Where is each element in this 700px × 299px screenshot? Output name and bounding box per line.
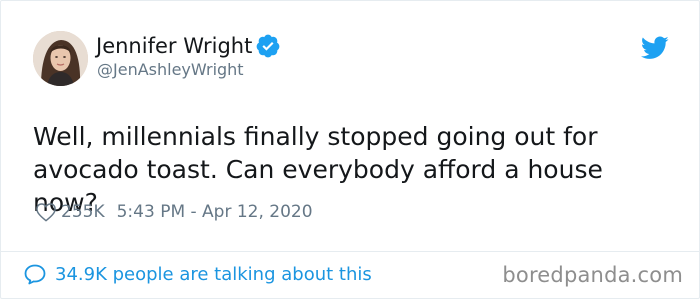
tweet-meta: 255K 5:43 PM - Apr 12, 2020 <box>35 202 313 222</box>
conversation-text[interactable]: 34.9K people are talking about this <box>55 264 372 285</box>
tweet-card: Jennifer Wright @JenAshleyWright Well, m… <box>0 0 700 299</box>
avatar-image <box>33 31 88 86</box>
author-name-row[interactable]: Jennifer Wright <box>96 33 281 59</box>
verified-badge-icon <box>256 34 280 58</box>
tweet-timestamp[interactable]: 5:43 PM - Apr 12, 2020 <box>117 202 313 222</box>
conversation-link[interactable]: 34.9K people are talking about this <box>23 263 372 285</box>
author-display-name[interactable]: Jennifer Wright <box>96 34 252 58</box>
like-count[interactable]: 255K <box>61 202 105 222</box>
author-handle[interactable]: @JenAshleyWright <box>97 60 244 79</box>
divider <box>1 251 699 252</box>
speech-bubble-icon <box>24 264 46 285</box>
twitter-bird-icon[interactable] <box>641 36 669 60</box>
avatar[interactable] <box>33 31 88 86</box>
watermark: boredpanda.com <box>502 263 683 287</box>
heart-icon[interactable] <box>35 202 57 222</box>
